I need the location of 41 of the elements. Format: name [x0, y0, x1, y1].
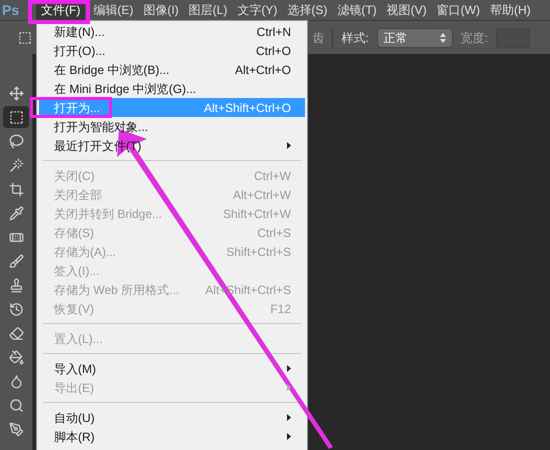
menu-item[interactable]: 图层(L)	[186, 0, 230, 20]
history-icon	[8, 302, 24, 316]
magnifier-icon	[8, 398, 24, 412]
highlight-frame	[28, 0, 90, 24]
dashed-square-icon	[8, 110, 24, 124]
stamp-icon	[8, 278, 24, 292]
menu-entry[interactable]: 自动(U)	[39, 408, 305, 427]
menu-item[interactable]: 选择(S)	[285, 0, 330, 20]
lasso-icon	[8, 134, 24, 148]
dashed-square-icon[interactable]	[18, 30, 32, 44]
option-label: 宽度:	[460, 30, 488, 46]
menu-item[interactable]: 文字(Y)	[235, 0, 280, 20]
wand-icon	[8, 158, 24, 172]
menu-item[interactable]: 滤镜(T)	[335, 0, 379, 20]
eraser-icon	[8, 326, 24, 340]
menu-entry[interactable]: 打开(O)... Ctrl+O	[39, 41, 305, 60]
menu-entry[interactable]: 在 Mini Bridge 中浏览(G)...	[39, 79, 305, 98]
menu-item[interactable]: 图像(I)	[141, 0, 181, 20]
droplet-icon	[8, 374, 24, 388]
menu-entry[interactable]: 脚本(R)	[39, 427, 305, 446]
paint-bucket-icon	[8, 350, 24, 364]
menu-item[interactable]: 视图(V)	[384, 0, 429, 20]
option-label: 齿	[312, 30, 324, 46]
menu-item[interactable]: 编辑(E)	[91, 0, 136, 20]
menu-entry[interactable]: 导入(M)	[39, 359, 305, 378]
menu-entry[interactable]: 打开为... Alt+Shift+Ctrl+O	[39, 98, 305, 117]
menu-entry[interactable]: 新建(N)... Ctrl+N	[39, 22, 305, 41]
app-logo: Ps	[1, 0, 20, 20]
crop-icon	[8, 182, 24, 196]
menu-entry[interactable]: 在 Bridge 中浏览(B)... Alt+Ctrl+O	[39, 60, 305, 79]
eyedropper-icon	[8, 206, 24, 220]
pen-icon	[8, 422, 24, 436]
updown-icon	[440, 32, 446, 42]
move-icon	[8, 86, 24, 100]
option-label: 样式:	[341, 30, 369, 46]
menu-item[interactable]: 帮助(H)	[488, 0, 533, 20]
style-dropdown[interactable]: 正常	[376, 28, 453, 48]
menu-item[interactable]: 窗口(W)	[434, 0, 482, 20]
menu-entry[interactable]: 打开为智能对象...	[39, 117, 305, 136]
brush-icon	[8, 254, 24, 268]
tool-button[interactable]	[3, 106, 29, 128]
